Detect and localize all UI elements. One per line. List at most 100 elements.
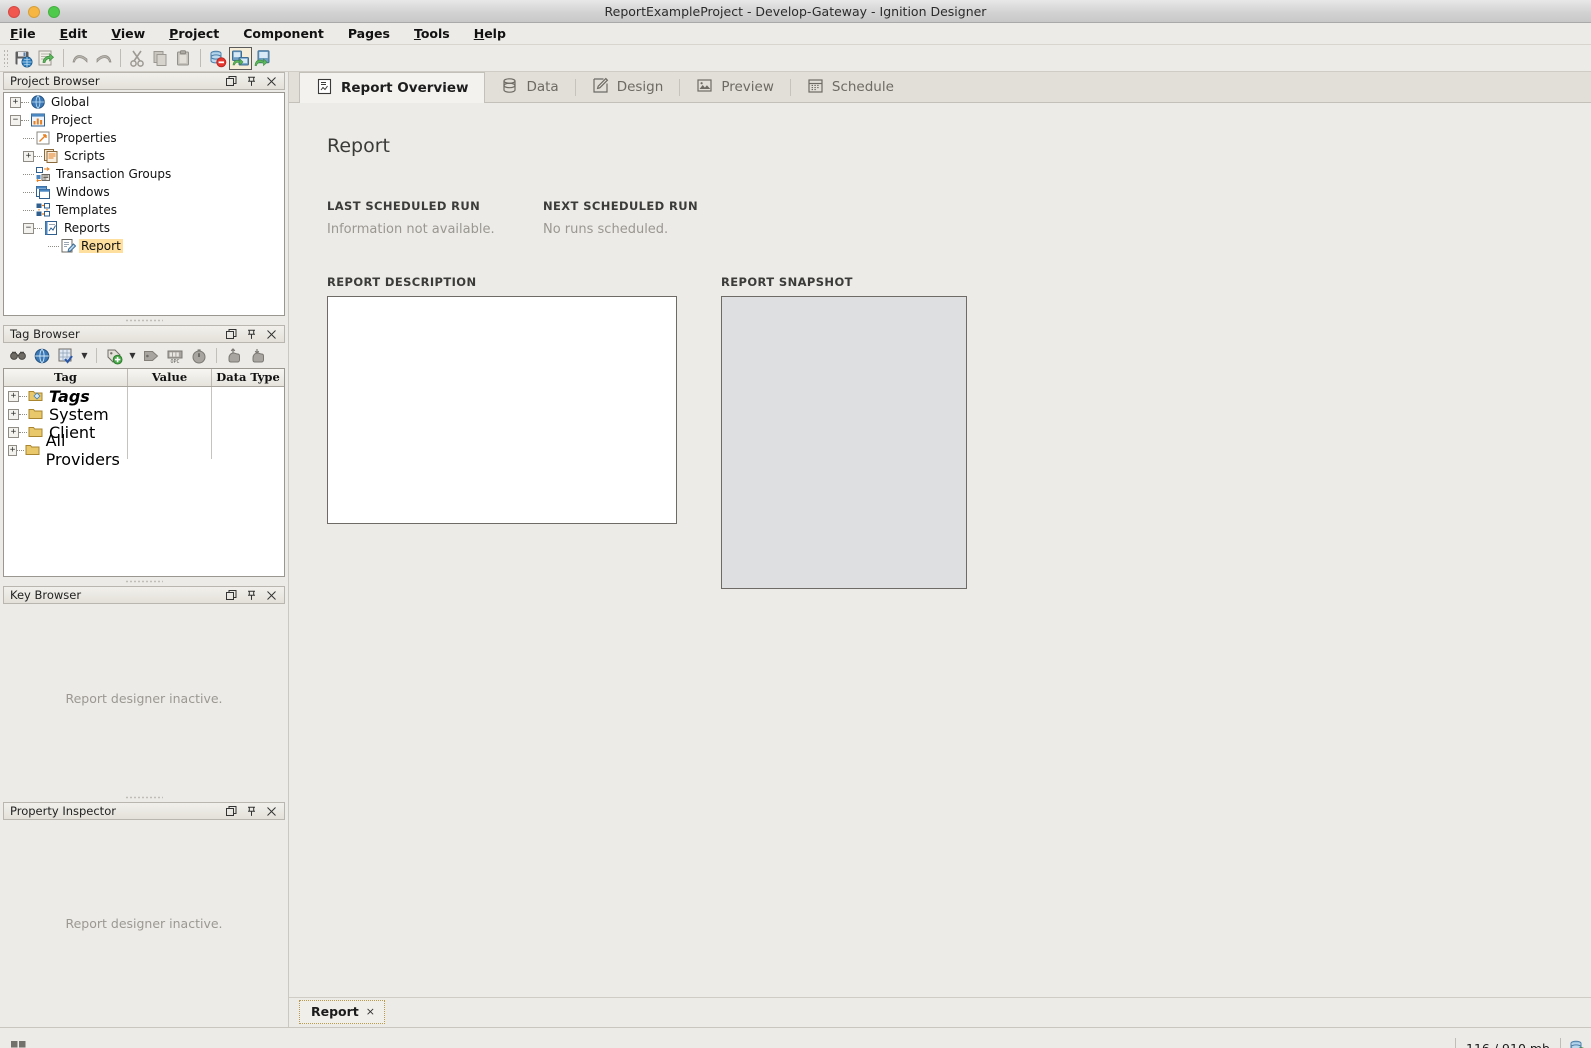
tree-label: Templates: [54, 203, 119, 217]
key-browser-title: Key Browser: [4, 588, 226, 602]
tag-label-icon[interactable]: [141, 346, 161, 366]
undo-icon[interactable]: [69, 47, 92, 70]
tree-node-templates[interactable]: Templates: [4, 201, 284, 219]
table-row[interactable]: + System: [4, 405, 284, 423]
toolbar-grip[interactable]: [3, 49, 9, 67]
close-icon[interactable]: [266, 329, 277, 340]
menu-help[interactable]: Help: [473, 24, 518, 43]
add-tag-icon[interactable]: [104, 346, 124, 366]
tag-browser-table[interactable]: Tag Value Data Type + Tags +: [3, 368, 285, 577]
menu-pages[interactable]: Pages: [347, 24, 402, 43]
tab-data[interactable]: Data: [485, 72, 574, 102]
chevron-down-icon[interactable]: ▼: [80, 346, 89, 366]
close-icon[interactable]: [266, 590, 277, 601]
tag-edit-icon[interactable]: [56, 346, 76, 366]
save-icon[interactable]: [12, 47, 35, 70]
close-icon[interactable]: [266, 76, 277, 87]
drag-in-icon[interactable]: [224, 346, 244, 366]
tag-label: System: [47, 405, 111, 424]
report-snapshot-block: REPORT SNAPSHOT: [721, 275, 967, 589]
tab-report-overview[interactable]: Report Overview: [299, 72, 485, 103]
menu-component[interactable]: Component: [242, 24, 336, 43]
menu-project[interactable]: Project: [168, 24, 231, 43]
tab-preview[interactable]: Preview: [680, 72, 790, 102]
document-tab-report[interactable]: Report ×: [299, 1000, 385, 1024]
maximize-window-button[interactable]: [48, 6, 60, 18]
expand-toggle[interactable]: +: [8, 391, 19, 402]
report-snapshot-preview[interactable]: [721, 296, 967, 589]
column-header-data-type[interactable]: Data Type: [212, 369, 284, 386]
window-controls[interactable]: [8, 0, 60, 23]
tree-node-reports[interactable]: − Reports: [4, 219, 284, 237]
tree-node-properties[interactable]: Properties: [4, 129, 284, 147]
table-row[interactable]: + All Providers: [4, 441, 284, 459]
splitter-project-tag[interactable]: [0, 316, 288, 325]
copy-icon[interactable]: [149, 47, 172, 70]
expand-toggle[interactable]: +: [8, 445, 17, 456]
window-grid-icon[interactable]: [4, 1040, 32, 1048]
float-icon[interactable]: [226, 806, 237, 817]
menu-bar: File Edit View Project Component Pages T…: [0, 23, 1591, 45]
table-row[interactable]: + Tags: [4, 387, 284, 405]
menu-edit[interactable]: Edit: [59, 24, 100, 43]
float-icon[interactable]: [226, 329, 237, 340]
property-inspector-controls: [226, 806, 284, 817]
tag-provider-icon[interactable]: [32, 346, 52, 366]
report-description-input[interactable]: [327, 296, 677, 524]
close-icon[interactable]: ×: [366, 1005, 375, 1018]
splitter-tag-key[interactable]: [0, 577, 288, 586]
tree-node-project[interactable]: − Project: [4, 111, 284, 129]
minimize-window-button[interactable]: [28, 6, 40, 18]
menu-file[interactable]: File: [9, 24, 48, 43]
chevron-down-icon[interactable]: ▼: [128, 346, 137, 366]
column-header-value[interactable]: Value: [128, 369, 212, 386]
redo-icon[interactable]: [92, 47, 115, 70]
pin-icon[interactable]: [246, 329, 257, 340]
collapse-toggle[interactable]: −: [23, 223, 34, 234]
collapse-toggle[interactable]: −: [10, 115, 21, 126]
cut-icon[interactable]: [126, 47, 149, 70]
windows-icon: [35, 184, 51, 200]
close-window-button[interactable]: [8, 6, 20, 18]
tree-node-global[interactable]: + Global: [4, 93, 284, 111]
expand-toggle[interactable]: +: [8, 427, 19, 438]
menu-tools[interactable]: Tools: [413, 24, 462, 43]
splitter-key-property[interactable]: [0, 793, 288, 802]
menu-view[interactable]: View: [110, 24, 157, 43]
expand-toggle[interactable]: +: [23, 151, 34, 162]
opc-icon[interactable]: OPC: [165, 346, 185, 366]
gateway-disconnect-icon[interactable]: [206, 47, 229, 70]
expand-toggle[interactable]: +: [10, 97, 21, 108]
project-browser-tree[interactable]: + Global − Project Properties: [3, 92, 285, 316]
tab-design[interactable]: Design: [576, 72, 680, 102]
tree-node-report[interactable]: Report: [4, 237, 284, 255]
tree-label: Report: [79, 239, 123, 253]
folder-icon: [28, 424, 44, 440]
launch-designer-icon[interactable]: [252, 47, 275, 70]
memory-usage-indicator[interactable]: 116 / 910 mb: [1455, 1038, 1561, 1048]
tab-schedule[interactable]: Schedule: [791, 72, 910, 102]
close-icon[interactable]: [266, 806, 277, 817]
tree-node-windows[interactable]: Windows: [4, 183, 284, 201]
launch-client-icon[interactable]: [229, 47, 252, 70]
tree-node-scripts[interactable]: + Scripts: [4, 147, 284, 165]
float-icon[interactable]: [226, 590, 237, 601]
next-scheduled-run-value: No runs scheduled.: [543, 222, 759, 237]
report-detail-row: REPORT DESCRIPTION REPORT SNAPSHOT: [327, 275, 1591, 589]
pin-icon[interactable]: [246, 806, 257, 817]
tag-timer-icon[interactable]: [189, 346, 209, 366]
drag-out-icon[interactable]: [248, 346, 268, 366]
tree-node-transaction-groups[interactable]: Transaction Groups: [4, 165, 284, 183]
float-icon[interactable]: [226, 76, 237, 87]
tag-browser-header: Tag Browser: [3, 325, 285, 343]
gateway-connected-icon[interactable]: [1567, 1039, 1587, 1048]
property-inspector-title: Property Inspector: [4, 804, 226, 818]
pin-icon[interactable]: [246, 590, 257, 601]
update-project-icon[interactable]: [35, 47, 58, 70]
column-header-tag[interactable]: Tag: [4, 369, 128, 386]
pin-icon[interactable]: [246, 76, 257, 87]
report-description-block: REPORT DESCRIPTION: [327, 275, 677, 589]
paste-icon[interactable]: [172, 47, 195, 70]
tag-browse-icon[interactable]: [8, 346, 28, 366]
expand-toggle[interactable]: +: [8, 409, 19, 420]
